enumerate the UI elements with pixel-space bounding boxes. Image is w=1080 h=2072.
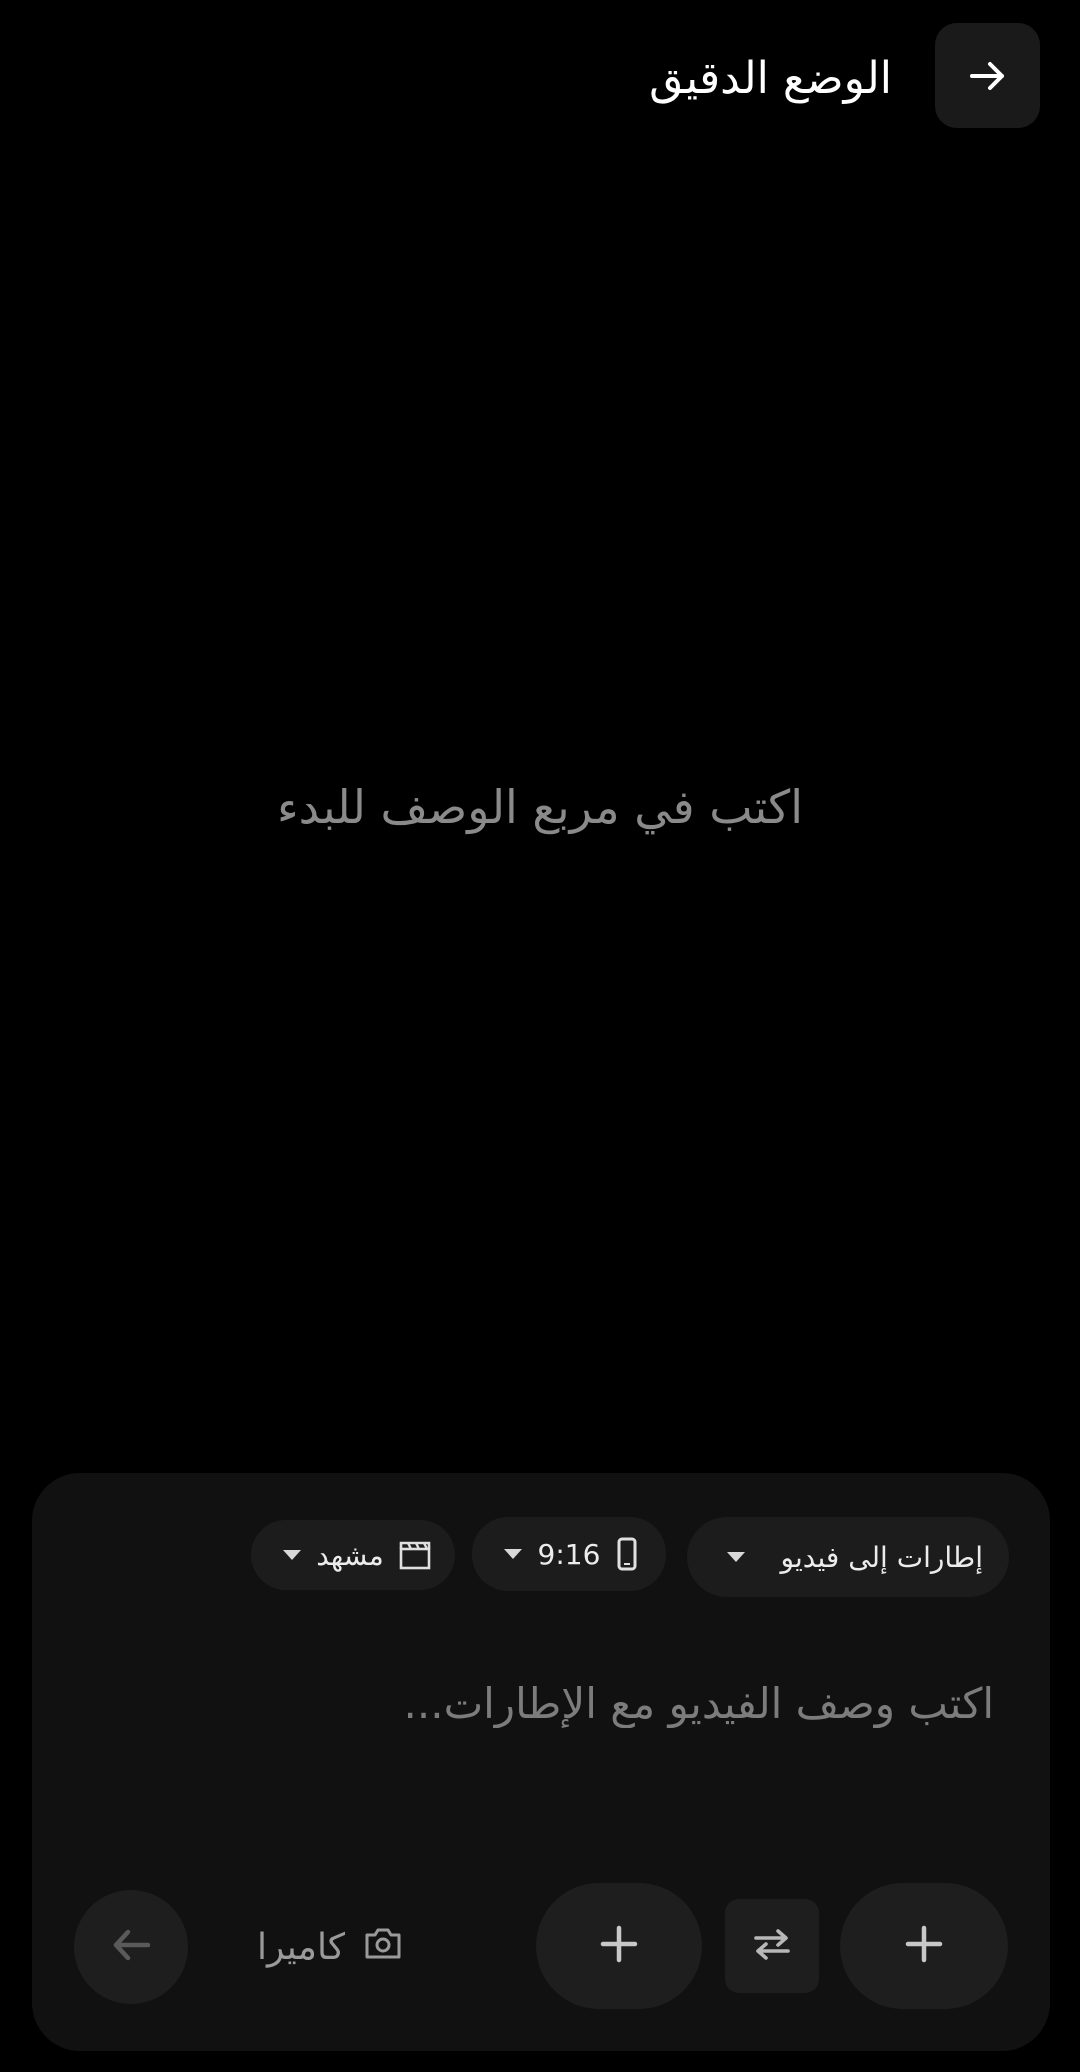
aspect-ratio-dropdown[interactable]: 9:16	[472, 1517, 666, 1591]
camera-icon	[363, 1925, 403, 1970]
swap-arrows-icon	[750, 1926, 794, 1966]
arrow-right-icon	[966, 54, 1010, 98]
scene-dropdown[interactable]: مشهد	[251, 1520, 455, 1590]
mode-dropdown-label: إطارات إلى فيديو	[780, 1540, 984, 1574]
swap-frames-button[interactable]	[725, 1899, 819, 1993]
phone-portrait-icon	[616, 1537, 638, 1571]
page-title: الوضع الدقيق	[649, 53, 892, 104]
prompt-input[interactable]	[102, 1663, 1002, 1743]
plus-icon	[599, 1924, 639, 1968]
aspect-ratio-label: 9:16	[537, 1537, 601, 1571]
clapperboard-icon	[399, 1540, 431, 1570]
add-start-frame-button[interactable]	[536, 1883, 702, 2009]
chevron-down-icon	[283, 1550, 301, 1560]
chevron-down-icon	[504, 1549, 522, 1559]
previous-button[interactable]	[74, 1890, 188, 2004]
scene-dropdown-label: مشهد	[316, 1538, 384, 1572]
plus-icon	[904, 1924, 944, 1968]
camera-label: كاميرا	[256, 1926, 346, 1968]
chevron-down-icon	[727, 1552, 745, 1562]
empty-state-hint: اكتب في مربع الوصف للبدء	[277, 780, 803, 834]
mode-dropdown[interactable]: إطارات إلى فيديو	[687, 1517, 1009, 1597]
add-end-frame-button[interactable]	[840, 1883, 1008, 2009]
prompt-composer: إطارات إلى فيديو 9:16 مشهد اكتب وصف الفي…	[32, 1473, 1050, 2051]
arrow-left-icon	[108, 1922, 154, 1972]
back-button[interactable]	[935, 23, 1040, 128]
camera-button[interactable]: كاميرا	[230, 1890, 430, 2004]
